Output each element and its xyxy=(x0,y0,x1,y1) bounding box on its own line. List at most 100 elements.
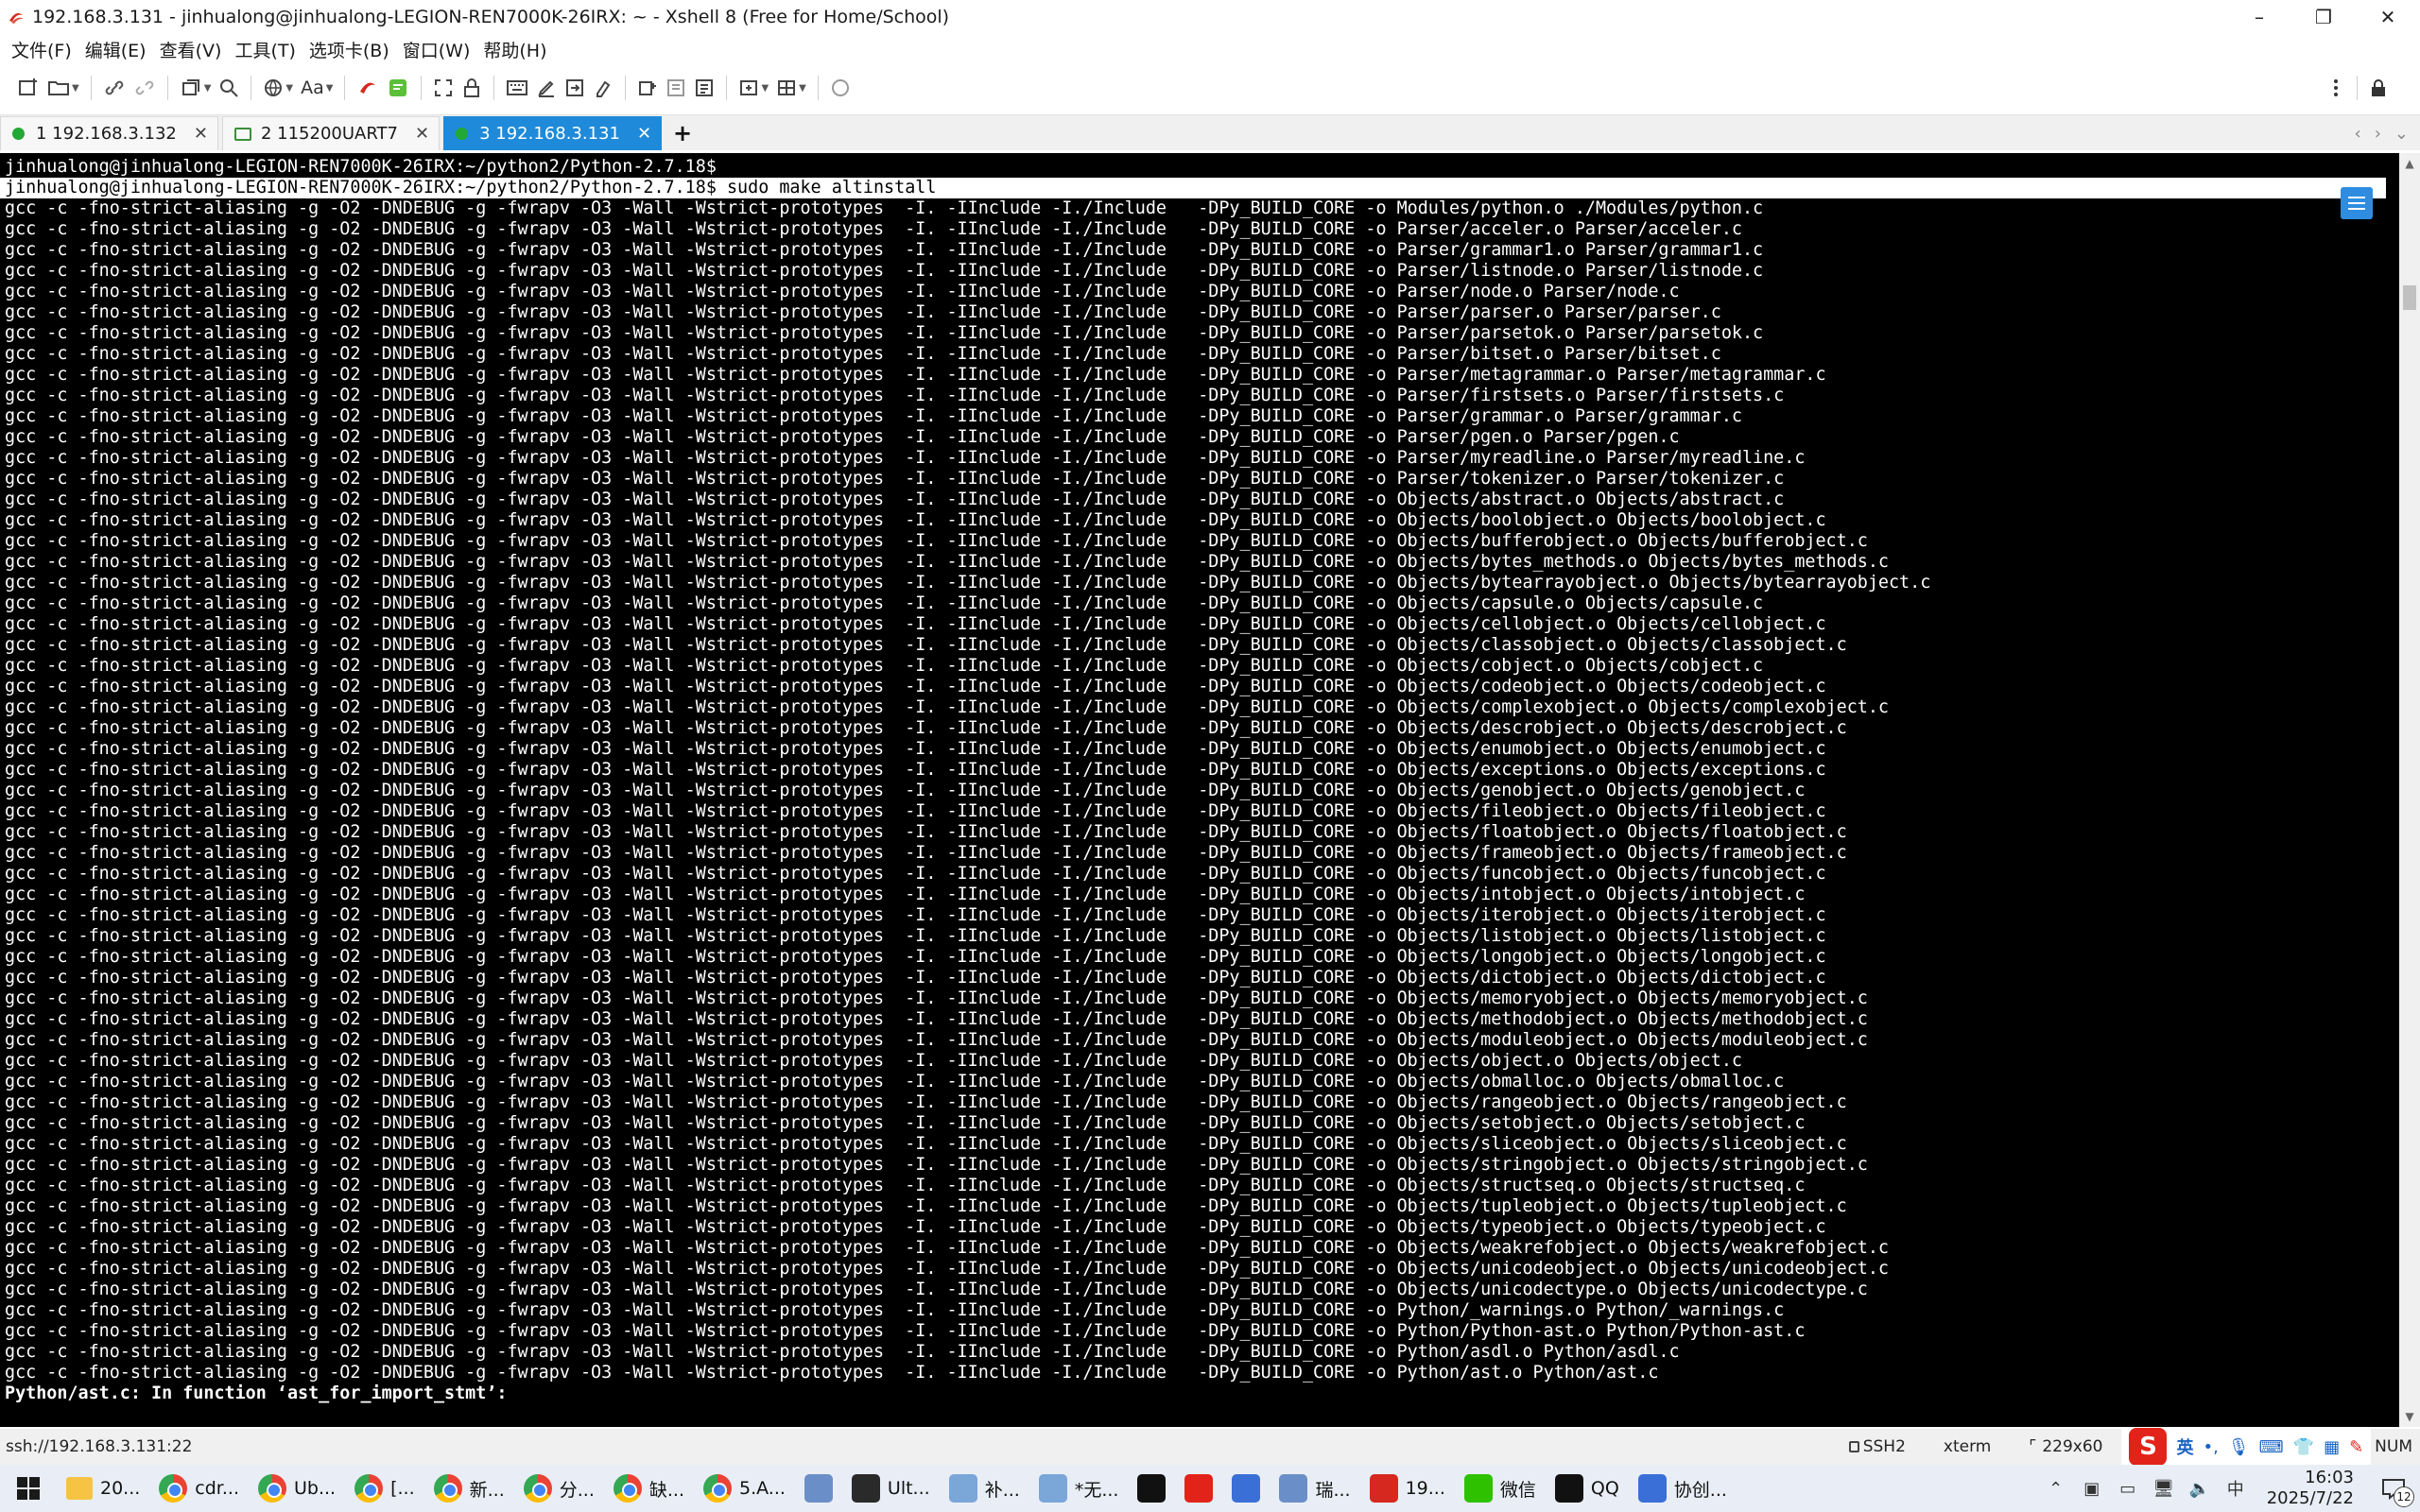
ime-language-toggle[interactable]: 英 xyxy=(2176,1435,2193,1459)
chrome-icon xyxy=(523,1474,552,1503)
fullscreen-button[interactable] xyxy=(429,72,458,104)
chrome-icon xyxy=(159,1474,188,1503)
new-session-button[interactable] xyxy=(13,72,43,104)
taskbar-app-item[interactable]: Ub... xyxy=(249,1465,345,1512)
menu-help[interactable]: 帮助(H) xyxy=(483,37,546,62)
skin-icon[interactable]: 👕 xyxy=(2293,1437,2314,1457)
keyboard-button[interactable] xyxy=(502,72,532,104)
compile-command-line: gcc -c -fno-strict-aliasing -g -O2 -DNDE… xyxy=(5,552,1889,572)
close-button[interactable]: ✕ xyxy=(2356,0,2420,34)
disconnect-button[interactable] xyxy=(130,72,160,104)
zmodem-button[interactable] xyxy=(662,72,690,104)
find-button[interactable] xyxy=(215,72,243,104)
script-button[interactable] xyxy=(383,72,413,104)
soft-keyboard-icon[interactable]: ⌨ xyxy=(2259,1437,2284,1457)
encoding-button[interactable]: ▼ xyxy=(259,72,297,104)
terminal-output[interactable]: jinhualong@jinhualong-LEGION-REN7000K-26… xyxy=(0,153,2399,1427)
maximize-button[interactable]: ❐ xyxy=(2291,0,2356,34)
taskbar-app-item[interactable]: Ult... xyxy=(842,1465,940,1512)
scroll-down-icon[interactable]: ▼ xyxy=(2399,1410,2420,1423)
taskbar-app-item[interactable]: 协创... xyxy=(1629,1465,1737,1512)
terminal-icon xyxy=(1137,1474,1167,1503)
minimize-button[interactable]: – xyxy=(2227,0,2291,34)
chat-button[interactable] xyxy=(826,72,855,104)
menu-window[interactable]: 窗口(W) xyxy=(403,37,471,62)
taskbar-app-item[interactable]: 瑞... xyxy=(1270,1465,1359,1512)
transfer-button[interactable] xyxy=(633,72,662,104)
notification-center-button[interactable]: 12 xyxy=(2375,1469,2414,1507)
menu-view[interactable]: 查看(V) xyxy=(160,37,222,62)
highlight-button[interactable] xyxy=(589,72,617,104)
scrollbar-thumb[interactable] xyxy=(2403,285,2416,310)
wechat-icon xyxy=(1463,1474,1493,1503)
taskbar-app-item[interactable]: 缺... xyxy=(604,1465,694,1512)
add-tab-button[interactable]: + xyxy=(666,116,700,150)
tab-prev-icon[interactable]: ‹ xyxy=(2355,124,2361,144)
ime-toolbar[interactable]: S 英 •, 🎙 ⌨ 👕 ▦ ✎ xyxy=(2121,1428,2372,1466)
toolbox-icon[interactable]: ▦ xyxy=(2324,1437,2340,1457)
window-title: 192.168.3.131 - jinhualong@jinhualong-LE… xyxy=(32,7,950,27)
taskbar-app-item[interactable]: cdr... xyxy=(149,1465,249,1512)
tab-session-3[interactable]: 3 192.168.3.131 ✕ xyxy=(443,116,663,150)
compose-button[interactable] xyxy=(532,72,561,104)
open-session-button[interactable]: ▼ xyxy=(43,72,83,104)
folder-icon xyxy=(66,1477,93,1500)
battery-icon[interactable]: ▭ xyxy=(2116,1476,2140,1501)
taskbar-app-item[interactable] xyxy=(1222,1465,1270,1512)
more-options-button[interactable] xyxy=(2323,72,2349,104)
font-button[interactable]: Aa ▼ xyxy=(297,72,337,104)
tray-app-icon[interactable]: ▣ xyxy=(2080,1476,2104,1501)
taskbar-app-item[interactable] xyxy=(795,1465,842,1512)
start-button[interactable] xyxy=(0,1465,57,1512)
compile-command-line: gcc -c -fno-strict-aliasing -g -O2 -DNDE… xyxy=(5,801,1826,821)
taskbar-app-item[interactable]: 5.A... xyxy=(694,1465,795,1512)
new-tab-group-button[interactable]: ▼ xyxy=(735,72,772,104)
lock-toolbar-button[interactable] xyxy=(2365,72,2392,104)
sogou-ime-icon[interactable]: S xyxy=(2129,1428,2168,1466)
compose-bar-toggle-icon[interactable] xyxy=(2341,187,2373,219)
taskbar-app-item[interactable]: 补... xyxy=(940,1465,1029,1512)
taskbar-clock[interactable]: 16:03 2025/7/22 xyxy=(2267,1468,2354,1509)
tab-next-icon[interactable]: › xyxy=(2375,124,2381,144)
num-lock-indicator: NUM xyxy=(2375,1437,2412,1456)
send-button[interactable] xyxy=(561,72,589,104)
tab-session-2[interactable]: 2 115200UART7 ✕ xyxy=(221,116,441,150)
compile-command-line: gcc -c -fno-strict-aliasing -g -O2 -DNDE… xyxy=(5,635,1847,655)
log-button[interactable] xyxy=(690,72,718,104)
lock-button[interactable] xyxy=(458,72,486,104)
tab-list-icon[interactable]: ⌄ xyxy=(2394,124,2409,144)
menu-tab[interactable]: 选项卡(B) xyxy=(309,37,389,62)
scroll-up-icon[interactable]: ▲ xyxy=(2399,157,2420,170)
terminal-scrollbar[interactable]: ▲ ▼ xyxy=(2399,153,2420,1427)
taskbar-app-item[interactable]: 微信 xyxy=(1455,1465,1546,1512)
network-icon[interactable]: 🖥 xyxy=(2152,1476,2176,1501)
taskbar-app-item[interactable] xyxy=(1175,1465,1222,1512)
menu-edit[interactable]: 编辑(E) xyxy=(85,37,147,62)
reconnect-button[interactable] xyxy=(99,72,130,104)
taskbar-app-item[interactable]: 分... xyxy=(514,1465,604,1512)
xftp-button[interactable] xyxy=(353,72,383,104)
punctuation-icon[interactable]: •, xyxy=(2203,1437,2218,1457)
microphone-icon[interactable]: 🎙 xyxy=(2228,1437,2250,1457)
compile-command-line: gcc -c -fno-strict-aliasing -g -O2 -DNDE… xyxy=(5,1072,1785,1091)
taskbar-app-item[interactable]: [... xyxy=(345,1465,424,1512)
ime-settings-icon[interactable]: ✎ xyxy=(2349,1437,2363,1457)
tab-session-1[interactable]: 1 192.168.3.132 ✕ xyxy=(0,116,218,150)
layout-button[interactable]: ▼ xyxy=(772,72,810,104)
input-method-icon[interactable]: 中 xyxy=(2223,1476,2248,1501)
menu-file[interactable]: 文件(F) xyxy=(11,37,72,62)
taskbar-app-item[interactable]: *无... xyxy=(1029,1465,1129,1512)
taskbar-app-item[interactable]: 20... xyxy=(57,1465,149,1512)
taskbar-app-item[interactable]: 新... xyxy=(424,1465,514,1512)
volume-icon[interactable]: 🔈 xyxy=(2187,1476,2212,1501)
taskbar-app-item[interactable] xyxy=(1128,1465,1175,1512)
copy-button[interactable]: ▼ xyxy=(176,72,216,104)
tab-close-icon[interactable]: ✕ xyxy=(194,124,208,144)
menu-tools[interactable]: 工具(T) xyxy=(234,37,295,62)
tab-close-icon[interactable]: ✕ xyxy=(415,124,429,144)
tab-close-icon[interactable]: ✕ xyxy=(637,124,651,144)
tray-overflow-icon[interactable]: ⌃ xyxy=(2044,1476,2068,1501)
taskbar-app-label: 协创... xyxy=(1673,1479,1727,1501)
taskbar-app-item[interactable]: QQ xyxy=(1546,1465,1629,1512)
taskbar-app-item[interactable]: 19... xyxy=(1360,1465,1455,1512)
